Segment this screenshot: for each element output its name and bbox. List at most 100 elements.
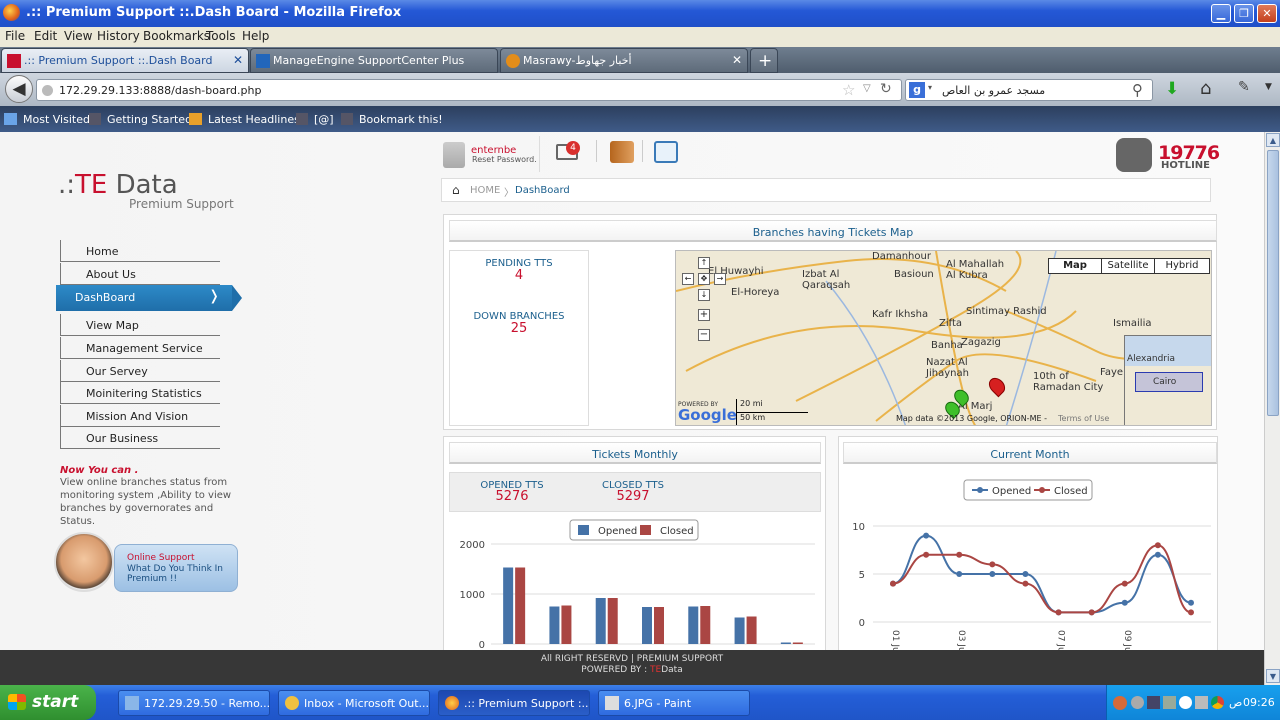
alert-icon[interactable] — [1179, 696, 1192, 709]
bar-opened — [595, 598, 606, 644]
y-tick-label: 2000 — [460, 540, 485, 551]
search-bar[interactable]: g ▾ مسجد عمرو بن العاص ⚲ — [905, 79, 1153, 101]
download-icon[interactable]: ⬇ — [1165, 79, 1179, 99]
pan-center-icon[interactable]: ✥ — [698, 273, 710, 285]
overview-map[interactable]: Alexandria Cairo — [1124, 335, 1211, 425]
scale-mi: 20 mi — [736, 399, 808, 413]
bookmark-latest-headlines[interactable]: Latest Headlines — [208, 113, 300, 126]
map-label: Kafr Ikhsha — [872, 309, 929, 320]
chevron-right-icon: ❭ — [208, 288, 220, 304]
x-tick-label: 01 Jul — [890, 630, 900, 650]
menu-tools[interactable]: Tools — [206, 29, 236, 43]
taskbar-item-paint[interactable]: 6.JPG - Paint — [598, 690, 750, 716]
menu-view[interactable]: View — [64, 29, 92, 43]
help-icon[interactable] — [1131, 696, 1144, 709]
bar-closed — [746, 616, 757, 644]
menu-history[interactable]: History — [97, 29, 140, 43]
menu-dropdown-icon[interactable]: ▼ — [1265, 82, 1272, 92]
zoom-out-icon[interactable]: − — [698, 329, 710, 341]
sidebar-item-monitoring-statistics[interactable]: Moinitering Statistics — [60, 382, 220, 404]
reload-icon[interactable]: ↻ — [880, 81, 892, 97]
taskbar-item-remote[interactable]: 172.29.29.50 - Remo... — [118, 690, 270, 716]
breadcrumb-home[interactable]: HOME — [470, 185, 500, 196]
clock[interactable]: 09:26 — [1243, 696, 1275, 709]
addon-icon[interactable]: ✎ — [1238, 79, 1250, 95]
bookmark-at[interactable]: [@] — [314, 113, 334, 126]
hotline-label: HOTLINE — [1161, 160, 1210, 171]
map-type-hybrid-button[interactable]: Hybrid — [1154, 258, 1210, 274]
close-button[interactable]: ✕ — [1257, 4, 1277, 23]
taskbar-item-outlook[interactable]: Inbox - Microsoft Out... — [278, 690, 430, 716]
masrawy-favicon-icon — [506, 54, 520, 68]
bookmark-getting-started[interactable]: Getting Started — [107, 113, 192, 126]
legend-marker-icon — [977, 487, 983, 493]
sidebar-item-our-servey[interactable]: Our Servey — [60, 360, 220, 382]
search-input[interactable]: مسجد عمرو بن العاص — [942, 84, 1045, 97]
bookmark-most-visited[interactable]: Most Visited — [23, 113, 90, 126]
sidebar-item-home[interactable]: Home — [60, 240, 220, 262]
sitemap-icon[interactable] — [654, 141, 678, 163]
pan-right-icon[interactable]: → — [714, 273, 726, 285]
map-label: Sintimay Rashid — [966, 306, 1047, 317]
zoom-in-icon[interactable]: + — [698, 309, 710, 321]
menu-file[interactable]: File — [5, 29, 25, 43]
url-bar[interactable]: 172.29.29.133:8888/dash-board.php ☆ ▽ ↻ — [36, 79, 902, 101]
bar-opened — [780, 642, 791, 644]
tray-app-icon[interactable] — [1163, 696, 1176, 709]
search-magnifier-icon[interactable]: ⚲ — [1132, 81, 1143, 99]
map-type-satellite-button[interactable]: Satellite — [1101, 258, 1155, 274]
sidebar-item-view-map[interactable]: View Map — [60, 314, 220, 336]
network-icon[interactable] — [1147, 696, 1160, 709]
menu-bookmarks[interactable]: Bookmarks — [143, 29, 210, 43]
map-type-map-button[interactable]: Map — [1048, 258, 1102, 274]
url-dropdown-icon[interactable]: ▽ — [863, 83, 871, 94]
engine-dropdown-icon[interactable]: ▾ — [928, 83, 932, 92]
bookmark-this[interactable]: Bookmark this! — [359, 113, 443, 126]
te-data-logo: .:TE Data — [58, 170, 178, 200]
tray-collapse-icon[interactable] — [1113, 696, 1127, 710]
tab-close-icon[interactable]: ✕ — [732, 53, 742, 67]
reset-password-link[interactable]: Reset Password. — [472, 155, 537, 164]
sidebar-item-about-us[interactable]: About Us — [60, 263, 220, 285]
home-icon[interactable]: ⌂ — [1200, 78, 1211, 99]
firefox-icon — [445, 696, 459, 710]
new-tab-button[interactable]: + — [750, 48, 778, 73]
speaker-icon[interactable] — [1195, 696, 1208, 709]
sidebar-item-our-business[interactable]: Our Business — [60, 427, 220, 449]
tab-dashboard[interactable]: .:: Premium Support ::.Dash Board ✕ — [1, 48, 249, 73]
branches-map[interactable]: Damanhour El Huwayhi Izbat Al Qaraqsah E… — [675, 250, 1212, 426]
scroll-thumb[interactable] — [1267, 150, 1279, 416]
chrome-icon[interactable] — [1211, 696, 1224, 709]
google-search-engine-icon[interactable]: g — [909, 82, 925, 98]
terms-of-use-link[interactable]: Terms of Use — [1058, 414, 1109, 423]
start-button[interactable]: start — [0, 685, 96, 720]
scroll-down-icon[interactable]: ▼ — [1266, 669, 1280, 683]
sidebar-item-mission-vision[interactable]: Mission And Vision — [60, 405, 220, 427]
menu-edit[interactable]: Edit — [34, 29, 57, 43]
current-month-chart: Opened Closed 0 5 10 01 Jul 03 Jul 07 Jul 09 Jul — [852, 479, 1211, 650]
online-support-widget[interactable]: Online Support What Do You Think In Prem… — [54, 532, 240, 594]
data-point-closed — [1154, 542, 1161, 549]
menu-help[interactable]: Help — [242, 29, 269, 43]
data-point-opened — [1188, 599, 1194, 606]
minimize-button[interactable]: ▁ — [1211, 4, 1231, 23]
scroll-up-icon[interactable]: ▲ — [1266, 133, 1280, 147]
tab-label: Masrawy-أخبار جهاوط — [523, 54, 632, 67]
pan-up-icon[interactable]: ↑ — [698, 257, 710, 269]
maximize-button[interactable]: ❐ — [1234, 4, 1254, 23]
logout-door-icon[interactable] — [610, 141, 634, 163]
tab-masrawy[interactable]: Masrawy-أخبار جهاوط ✕ — [500, 48, 748, 73]
taskbar-item-firefox[interactable]: .:: Premium Support :... — [438, 690, 590, 716]
footer-powered: POWERED BY : TEData — [581, 665, 683, 675]
sidebar-item-dashboard[interactable]: DashBoard ❭ — [56, 285, 242, 311]
pan-down-icon[interactable]: ↓ — [698, 289, 710, 301]
tab-close-icon[interactable]: ✕ — [233, 53, 243, 67]
back-button[interactable]: ◀ — [5, 75, 33, 103]
pan-left-icon[interactable]: ← — [682, 273, 694, 285]
data-point-opened — [989, 571, 996, 577]
tab-manageengine[interactable]: ManageEngine SupportCenter Plus — [250, 48, 498, 73]
sidebar-item-management-service[interactable]: Management Service — [60, 337, 220, 359]
vertical-scrollbar[interactable]: ▲ ▼ — [1264, 132, 1280, 685]
bookmark-star-icon[interactable]: ☆ — [842, 81, 855, 99]
data-point-closed — [1055, 609, 1062, 616]
